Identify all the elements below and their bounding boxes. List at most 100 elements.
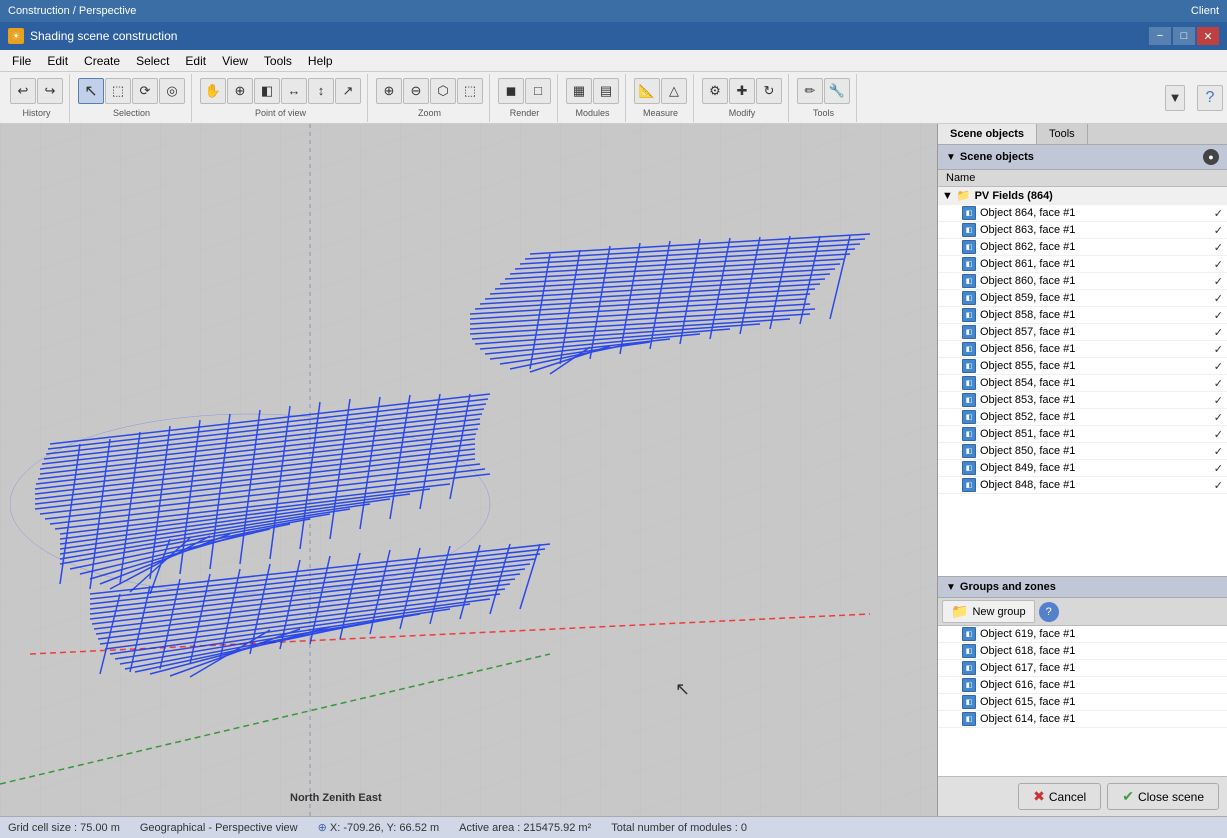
orbit-button[interactable]: ⊕ [227,78,253,104]
item-check: ✓ [1214,224,1223,237]
select-button[interactable]: ↖ [78,78,104,104]
item-icon: ◧ [962,206,976,220]
item-icon: ◧ [962,359,976,373]
list-item[interactable]: ◧ Object 850, face #1 ✓ [938,443,1227,460]
new-group-button[interactable]: 📁 New group [942,600,1035,623]
render-solid-button[interactable]: ◼ [498,78,524,104]
menu-select[interactable]: Select [128,52,177,70]
zoom-in-button[interactable]: ⊕ [376,78,402,104]
cancel-button[interactable]: ✖ Cancel [1018,783,1101,810]
minimize-button[interactable]: − [1149,27,1171,45]
render-wire-button[interactable]: □ [525,78,551,104]
list-item[interactable]: ◧ Object 861, face #1 ✓ [938,256,1227,273]
groups-zones-header[interactable]: ▼ Groups and zones [938,577,1227,598]
list-item[interactable]: ◧ Object 853, face #1 ✓ [938,392,1227,409]
viewport[interactable]: // This will be rendered as static SVG s… [0,124,937,816]
tools-btn2[interactable]: 🔧 [824,78,850,104]
menu-file[interactable]: File [4,52,39,70]
item-icon: ◧ [962,257,976,271]
list-item[interactable]: ◧ Object 619, face #1 [938,626,1227,643]
list-item[interactable]: ◧ Object 856, face #1 ✓ [938,341,1227,358]
list-item[interactable]: ◧ Object 854, face #1 ✓ [938,375,1227,392]
status-grid-cell: Grid cell size : 75.00 m [8,822,120,834]
title-bar-left: ☀ Shading scene construction [8,28,177,44]
list-item[interactable]: ◧ Object 857, face #1 ✓ [938,324,1227,341]
close-scene-label: Close scene [1138,790,1204,804]
status-view-type: Geographical - Perspective view [140,822,298,834]
item-check: ✓ [1214,309,1223,322]
list-item[interactable]: ◧ Object 616, face #1 [938,677,1227,694]
modify-btn3[interactable]: ↻ [756,78,782,104]
status-active-area: Active area : 215475.92 m² [459,822,591,834]
pov4-button[interactable]: ↗ [335,78,361,104]
tree-root-pv-fields[interactable]: ▼ 📁 PV Fields (864) [938,187,1227,205]
select-circle-button[interactable]: ◎ [159,78,185,104]
scene-objects-title: Scene objects [960,151,1034,163]
pov2-button[interactable]: ↔ [281,78,307,104]
measure-label: Measure [643,108,678,118]
list-item[interactable]: ◧ Object 848, face #1 ✓ [938,477,1227,494]
modify-btn1[interactable]: ⚙ [702,78,728,104]
modules-btn2[interactable]: ▤ [593,78,619,104]
list-item[interactable]: ◧ Object 615, face #1 [938,694,1227,711]
zoom-box-button[interactable]: ⬚ [457,78,483,104]
item-label: Object 854, face #1 [980,377,1210,389]
item-check: ✓ [1214,462,1223,475]
item-label: Object 855, face #1 [980,360,1210,372]
scene-objects-icon: ● [1203,149,1219,165]
pov3-button[interactable]: ↕ [308,78,334,104]
menu-create[interactable]: Create [76,52,128,70]
measure-btn2[interactable]: △ [661,78,687,104]
list-item[interactable]: ◧ Object 863, face #1 ✓ [938,222,1227,239]
window-controls[interactable]: − □ ✕ [1149,27,1219,45]
tree-root-label: PV Fields (864) [975,190,1053,202]
zoom-out-button[interactable]: ⊖ [403,78,429,104]
help-toolbar-button[interactable]: ? [1197,85,1223,111]
tab-tools[interactable]: Tools [1037,124,1088,144]
select-rect-button[interactable]: ⬚ [105,78,131,104]
groups-list[interactable]: ◧ Object 619, face #1 ◧ Object 618, face… [938,626,1227,776]
maximize-button[interactable]: □ [1173,27,1195,45]
measure-btn1[interactable]: 📐 [634,78,660,104]
list-item[interactable]: ◧ Object 860, face #1 ✓ [938,273,1227,290]
status-bar: Grid cell size : 75.00 m Geographical - … [0,816,1227,838]
undo-button[interactable]: ↩ [10,78,36,104]
scene-objects-header[interactable]: ▼ Scene objects ● [938,145,1227,170]
modify-btn2[interactable]: ✚ [729,78,755,104]
list-item[interactable]: ◧ Object 864, face #1 ✓ [938,205,1227,222]
menu-view[interactable]: View [214,52,256,70]
tools-btn1[interactable]: ✏ [797,78,823,104]
list-item[interactable]: ◧ Object 851, face #1 ✓ [938,426,1227,443]
list-item[interactable]: ◧ Object 849, face #1 ✓ [938,460,1227,477]
list-item[interactable]: ◧ Object 859, face #1 ✓ [938,290,1227,307]
pov-button[interactable]: ◧ [254,78,280,104]
list-item[interactable]: ◧ Object 614, face #1 [938,711,1227,728]
redo-button[interactable]: ↪ [37,78,63,104]
close-scene-button[interactable]: ✔ Close scene [1107,783,1219,810]
list-item[interactable]: ◧ Object 858, face #1 ✓ [938,307,1227,324]
list-item[interactable]: ◧ Object 617, face #1 [938,660,1227,677]
bottom-buttons: ✖ Cancel ✔ Close scene [938,776,1227,816]
select-poly-button[interactable]: ⟳ [132,78,158,104]
status-coordinates: ⊕ X: -709.26, Y: 66.52 m [318,821,440,834]
list-item[interactable]: ◧ Object 855, face #1 ✓ [938,358,1227,375]
toolbar-group-modules: ▦ ▤ Modules [560,74,626,122]
list-item[interactable]: ◧ Object 852, face #1 ✓ [938,409,1227,426]
history-label: History [22,108,50,118]
list-item[interactable]: ◧ Object 862, face #1 ✓ [938,239,1227,256]
menu-edit2[interactable]: Edit [177,52,214,70]
menu-tools[interactable]: Tools [256,52,300,70]
item-label: Object 849, face #1 [980,462,1210,474]
scene-objects-tree[interactable]: ▼ 📁 PV Fields (864) ◧ Object 864, face #… [938,187,1227,576]
close-button[interactable]: ✕ [1197,27,1219,45]
modules-btn1[interactable]: ▦ [566,78,592,104]
toolbar-more-button[interactable]: ▼ [1165,85,1185,111]
tab-scene-objects[interactable]: Scene objects [938,124,1037,144]
menu-help[interactable]: Help [300,52,341,70]
list-item[interactable]: ◧ Object 618, face #1 [938,643,1227,660]
groups-help-button[interactable]: ? [1039,602,1059,622]
pan-button[interactable]: ✋ [200,78,226,104]
item-check: ✓ [1214,343,1223,356]
zoom-fit-button[interactable]: ⬡ [430,78,456,104]
menu-edit[interactable]: Edit [39,52,76,70]
